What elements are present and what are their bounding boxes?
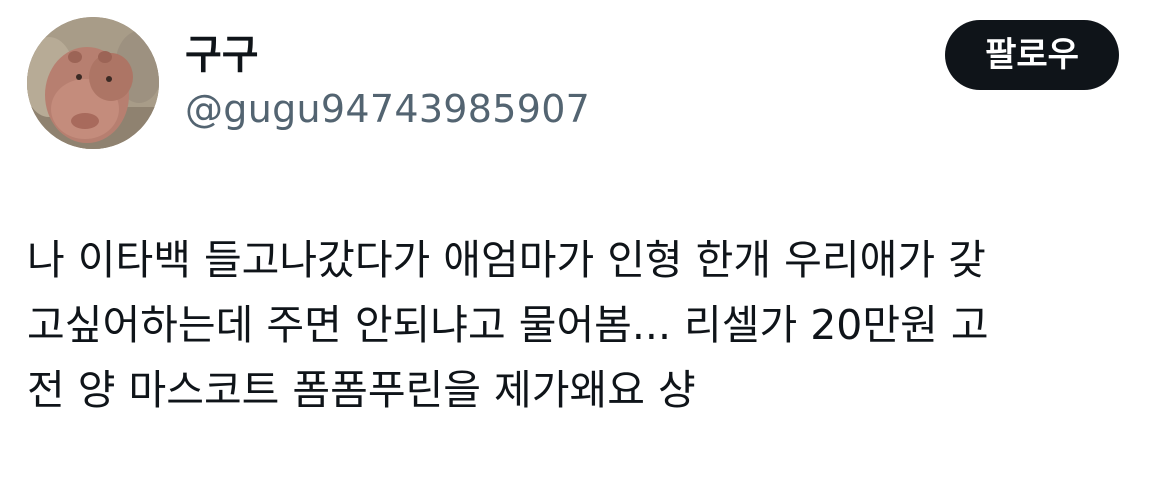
user-handle[interactable]: @gugu94743985907 <box>185 84 590 134</box>
tweet-card: 구구 @gugu94743985907 팔로우 나 이타백 들고나갔다가 애엄마… <box>0 0 1170 491</box>
avatar[interactable] <box>27 17 159 149</box>
tweet-text-line: 전 양 마스코트 폼폼푸린을 제가왜요 샹 <box>27 366 696 414</box>
follow-button[interactable]: 팔로우 <box>945 20 1119 90</box>
tweet-text-line: 고싶어하는데 주면 안되냐고 물어봄... 리셀가 20만원 고 <box>27 301 989 349</box>
tweet-text-line: 나 이타백 들고나갔다가 애엄마가 인형 한개 우리애가 갖 <box>27 236 986 284</box>
pygmy-hippo-avatar-icon <box>27 17 159 149</box>
display-name[interactable]: 구구 <box>185 29 259 81</box>
tweet-text: 나 이타백 들고나갔다가 애엄마가 인형 한개 우리애가 갖 고싶어하는데 주면… <box>27 228 1147 423</box>
